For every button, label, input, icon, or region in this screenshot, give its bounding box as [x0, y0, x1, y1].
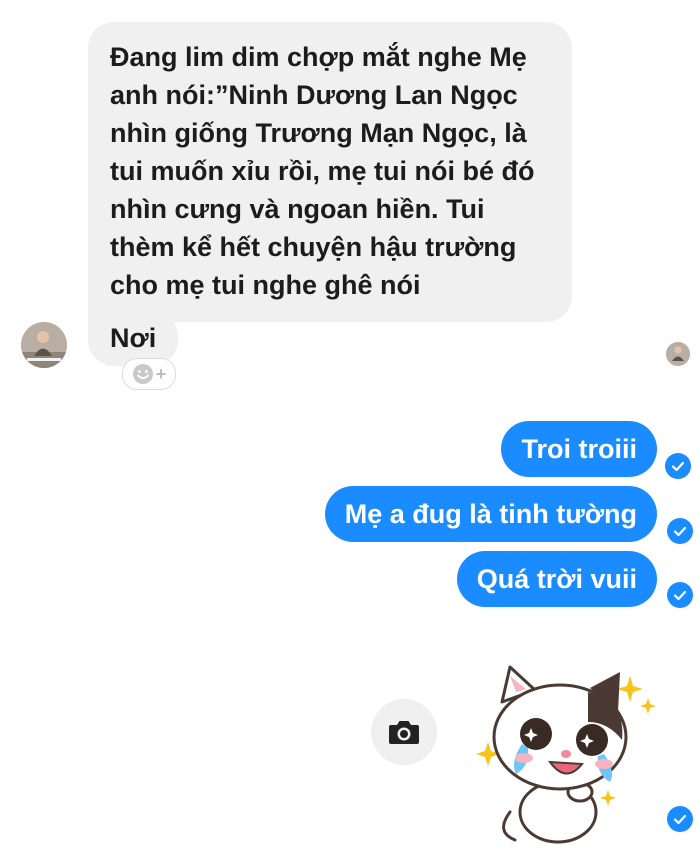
- seen-avatar: [666, 342, 690, 366]
- add-reaction-button[interactable]: +: [122, 358, 176, 390]
- crying-cat-sticker[interactable]: [470, 662, 670, 847]
- outgoing-message-bubble[interactable]: Quá trời vuii: [456, 551, 657, 607]
- sender-avatar[interactable]: [21, 322, 67, 368]
- incoming-message-text: Đang lim dim chợp mắt nghe Mẹ anh nói:”N…: [110, 42, 535, 300]
- camera-icon: [389, 721, 419, 744]
- outgoing-message-text: Mẹ a đug là tinh tường: [344, 499, 637, 529]
- incoming-message-bubble[interactable]: Đang lim dim chợp mắt nghe Mẹ anh nói:”N…: [88, 22, 572, 322]
- outgoing-message-text: Quá trời vuii: [476, 564, 637, 594]
- camera-button[interactable]: [371, 699, 437, 765]
- outgoing-message-bubble[interactable]: Troi troiii: [501, 421, 657, 477]
- outgoing-message-text: Troi troiii: [521, 434, 637, 464]
- outgoing-message-bubble[interactable]: Mẹ a đug là tinh tường: [324, 486, 657, 542]
- smiley-icon: [132, 364, 153, 384]
- plus-icon: +: [155, 364, 167, 384]
- check-icon: [667, 518, 693, 544]
- check-icon: [665, 453, 691, 479]
- check-icon: [667, 582, 693, 608]
- check-icon: [667, 806, 693, 832]
- incoming-short-message-text: Nơi: [110, 323, 157, 353]
